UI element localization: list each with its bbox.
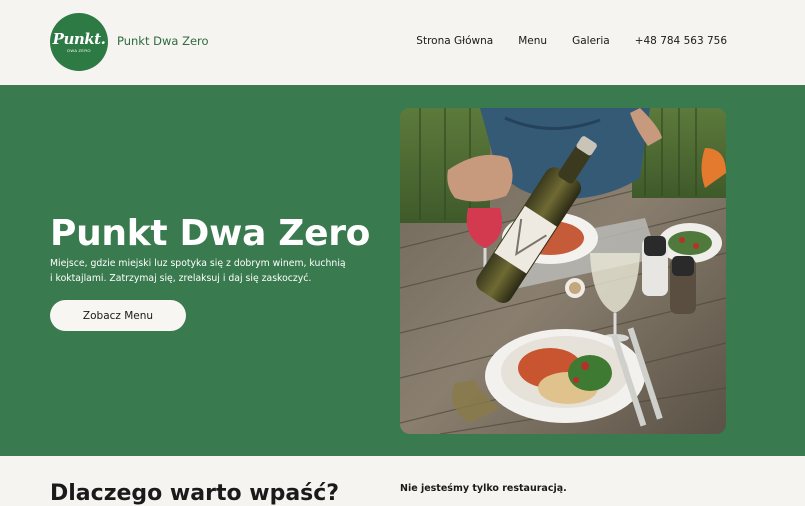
logo[interactable]: Punkt. DWA ZERO [50, 13, 108, 71]
why-section: Dlaczego warto wpaść? Nie jesteśmy tylko… [0, 456, 805, 506]
logo-text: Punkt. [52, 29, 106, 48]
nav-item-phone[interactable]: +48 784 563 756 [635, 35, 727, 47]
see-menu-button[interactable]: Zobacz Menu [50, 300, 186, 331]
nav-item-home[interactable]: Strona Główna [416, 35, 493, 47]
nav-item-gallery[interactable]: Galeria [572, 35, 610, 47]
site-header: Punkt. DWA ZERO Punkt Dwa Zero Strona Gł… [0, 0, 805, 85]
logo-subtext: DWA ZERO [67, 47, 91, 53]
hero-description: Miejsce, gdzie miejski luz spotyka się z… [50, 258, 346, 284]
brand-name[interactable]: Punkt Dwa Zero [117, 34, 209, 48]
why-subtitle: Nie jesteśmy tylko restauracją. [400, 483, 567, 494]
restaurant-photo [400, 108, 726, 434]
nav-item-menu[interactable]: Menu [518, 35, 547, 47]
hero-title: Punkt Dwa Zero [50, 213, 371, 254]
main-nav: Strona Główna Menu Galeria +48 784 563 7… [416, 35, 727, 47]
why-title: Dlaczego warto wpaść? [50, 481, 340, 506]
